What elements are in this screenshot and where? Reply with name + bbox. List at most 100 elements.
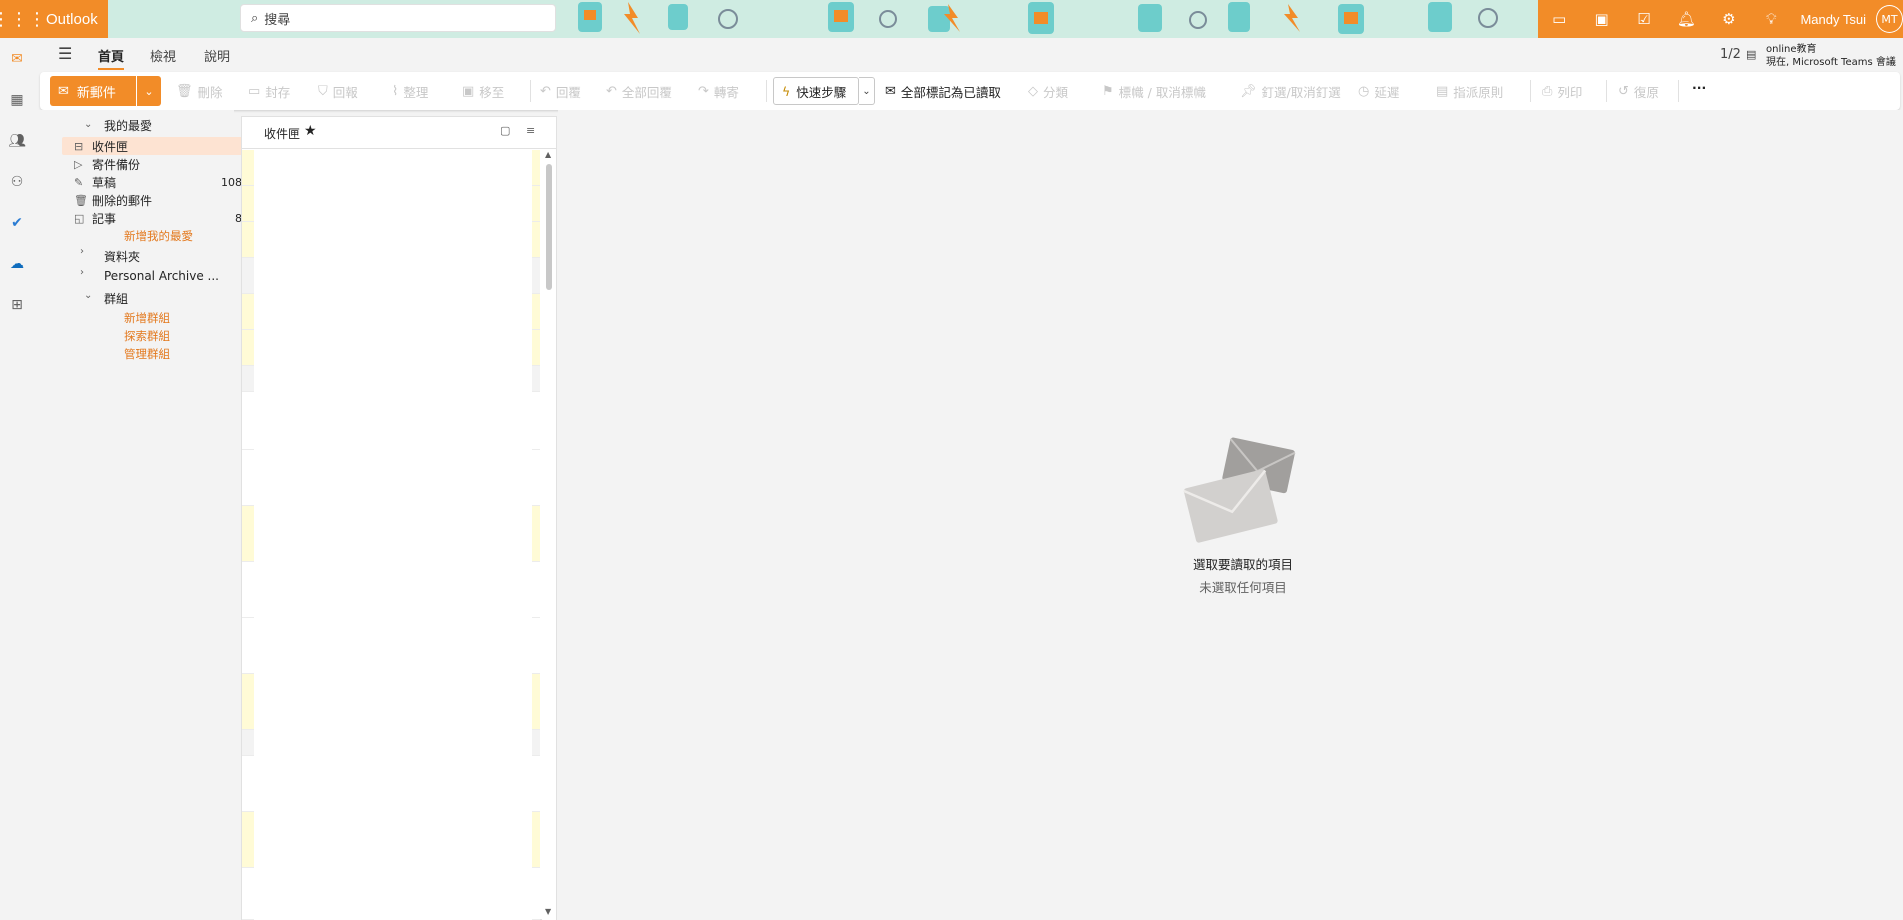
folder-item-inbox[interactable]: ⊟ 收件匣: [62, 137, 256, 155]
app-launcher-icon[interactable]: ⋮⋮⋮: [0, 0, 46, 38]
clock-icon: ◷: [1358, 84, 1370, 99]
discover-groups-link[interactable]: 探索群組: [124, 328, 170, 344]
search-box[interactable]: ⌕ 搜尋: [240, 4, 556, 32]
todo-icon[interactable]: ☑: [1623, 0, 1665, 38]
rules-button[interactable]: ▤ 指派原則: [1436, 82, 1503, 101]
pin-button[interactable]: 📌︎ 釘選/取消釘選: [1240, 82, 1341, 101]
tab-view[interactable]: 檢視: [150, 46, 176, 65]
categorize-button[interactable]: ◇ 分類: [1028, 82, 1068, 101]
archive-button[interactable]: ▭ 封存: [248, 82, 290, 101]
message-list-header: 收件匣 ★ ▢ ≡: [242, 117, 556, 149]
meeting-subtitle: 現在, Microsoft Teams 會議: [1766, 57, 1896, 68]
chevron-right-icon[interactable]: ›: [80, 267, 84, 278]
quick-steps-button[interactable]: ϟ 快速步驟: [773, 77, 859, 105]
trash-icon: 🗑︎: [74, 193, 88, 207]
print-button[interactable]: ⎙ 列印: [1542, 82, 1582, 101]
empty-state-subtitle: 未選取任何項目: [1199, 580, 1287, 595]
reply-all-button[interactable]: ↶ 全部回覆: [606, 82, 672, 101]
onedrive-icon[interactable]: ☁: [0, 243, 34, 284]
teams-chat-icon[interactable]: ▭: [1538, 0, 1580, 38]
tab-help[interactable]: 說明: [204, 46, 230, 65]
favorites-header[interactable]: 我的最愛: [104, 117, 152, 134]
new-group-link[interactable]: 新增群組: [124, 310, 170, 326]
chevron-down-icon[interactable]: ⌄: [84, 119, 92, 130]
top-bar: ⋮⋮⋮ Outlook ⌕ 搜尋 ▭ ▣ ☑ 🔔︎ ⚙ 💡︎ Mandy Tsu…: [0, 0, 1903, 38]
quick-steps-chevron-icon[interactable]: ⌄: [859, 77, 875, 105]
sweep-button[interactable]: ⌇ 整理: [392, 82, 428, 101]
empty-state-title: 選取要讀取的項目: [1192, 557, 1293, 572]
report-button[interactable]: ⛉ 回報: [318, 82, 358, 101]
meeting-reminder[interactable]: 1/2 ▤ online教育 現在, Microsoft Teams 會議: [1720, 38, 1903, 72]
forward-icon: ↷: [698, 84, 709, 99]
hamburger-icon[interactable]: ☰: [58, 44, 72, 63]
star-icon[interactable]: ★: [304, 123, 317, 139]
apps-icon[interactable]: ⊞: [0, 284, 34, 325]
select-icon[interactable]: ▢: [500, 124, 510, 137]
app-title[interactable]: Outlook: [38, 0, 108, 38]
broom-icon: ⌇: [392, 84, 399, 99]
scroll-down-icon[interactable]: ▼: [545, 907, 551, 916]
new-mail-button[interactable]: ✉ 新郵件: [50, 76, 136, 106]
search-icon: ⌕: [251, 10, 259, 26]
add-favorite-link[interactable]: 新增我的最愛: [124, 228, 193, 244]
gear-icon[interactable]: ⚙: [1708, 0, 1750, 38]
printer-icon: ⎙: [1542, 84, 1553, 99]
folder-item-deleted[interactable]: 🗑︎ 刪除的郵件: [62, 191, 256, 209]
undo-icon: ↺: [1618, 84, 1629, 99]
groups-header[interactable]: 群組: [104, 290, 128, 307]
search-input[interactable]: 搜尋: [264, 9, 290, 28]
chevron-right-icon[interactable]: ›: [80, 246, 84, 257]
reply-all-icon: ↶: [606, 84, 617, 99]
list-loading-overlay: [254, 150, 532, 920]
new-mail-dropdown-chevron-icon[interactable]: ⌄: [137, 76, 161, 106]
lightbulb-icon[interactable]: 💡︎: [1750, 0, 1792, 38]
scroll-up-icon[interactable]: ▲: [545, 150, 551, 159]
rules-icon: ▤: [1436, 84, 1449, 99]
scrollbar-thumb[interactable]: [546, 164, 552, 290]
shield-icon: ⛉: [318, 84, 328, 99]
snooze-button[interactable]: ◷ 延遲: [1358, 82, 1399, 101]
unread-count: 108: [221, 175, 242, 189]
filter-icon[interactable]: ≡: [526, 124, 535, 137]
tab-home[interactable]: 首頁: [98, 46, 125, 70]
archive-header[interactable]: Personal Archive ...: [104, 269, 219, 283]
move-to-button[interactable]: ▣ 移至: [462, 82, 504, 101]
todo-check-icon[interactable]: ✔: [0, 202, 34, 243]
top-right-controls: ▭ ▣ ☑ 🔔︎ ⚙ 💡︎ Mandy Tsui MT: [1538, 0, 1903, 38]
forward-button[interactable]: ↷ 轉寄: [698, 82, 739, 101]
more-options-button[interactable]: ···: [1692, 80, 1706, 95]
folders-header[interactable]: 資料夾: [104, 248, 140, 265]
envelope-open-icon: ✉: [885, 84, 896, 99]
folder-item-notes[interactable]: ◱ 記事 8: [62, 209, 256, 227]
chevron-down-icon[interactable]: ⌄: [84, 290, 92, 301]
folder-move-icon: ▣: [462, 84, 475, 99]
manage-groups-link[interactable]: 管理群組: [124, 346, 170, 362]
undo-button[interactable]: ↺ 復原: [1618, 82, 1659, 101]
ribbon-tabs: ☰ 首頁 檢視 說明: [34, 38, 1903, 72]
user-name[interactable]: Mandy Tsui: [1792, 12, 1874, 27]
folder-item-drafts[interactable]: ✎ 草稿 108: [62, 173, 256, 191]
groups-icon[interactable]: ⚇: [0, 161, 34, 202]
reply-button[interactable]: ↶ 回覆: [540, 82, 581, 101]
office-icon[interactable]: ▣: [1580, 0, 1622, 38]
bell-icon[interactable]: 🔔︎: [1665, 0, 1707, 38]
message-list-scrollbar[interactable]: ▲ ▼: [542, 150, 556, 920]
calendar-icon[interactable]: ▦: [0, 79, 34, 120]
ribbon-divider: [1606, 80, 1607, 102]
mark-all-read-button[interactable]: ✉ 全部標記為已讀取: [885, 82, 1001, 101]
flag-button[interactable]: ⚑ 標幟 / 取消標幟: [1102, 82, 1206, 101]
ribbon-divider: [1530, 80, 1531, 102]
inbox-icon: ⊟: [74, 139, 84, 153]
folder-item-sent[interactable]: ▷ 寄件備份: [62, 155, 256, 173]
envelopes-illustration: [1183, 437, 1296, 543]
mail-icon[interactable]: ✉: [0, 38, 34, 79]
calendar-small-icon: ▤: [1746, 48, 1757, 61]
avatar[interactable]: MT: [1875, 5, 1903, 33]
new-mail-label: 新郵件: [76, 85, 116, 101]
reading-pane: 選取要讀取的項目 未選取任何項目: [558, 110, 1903, 920]
send-icon: ▷: [74, 157, 83, 171]
people-icon[interactable]: 👥︎: [0, 120, 34, 161]
delete-button[interactable]: 🗑︎ 刪除: [176, 82, 223, 101]
note-icon: ◱: [74, 211, 85, 225]
ribbon-divider: [766, 80, 767, 102]
